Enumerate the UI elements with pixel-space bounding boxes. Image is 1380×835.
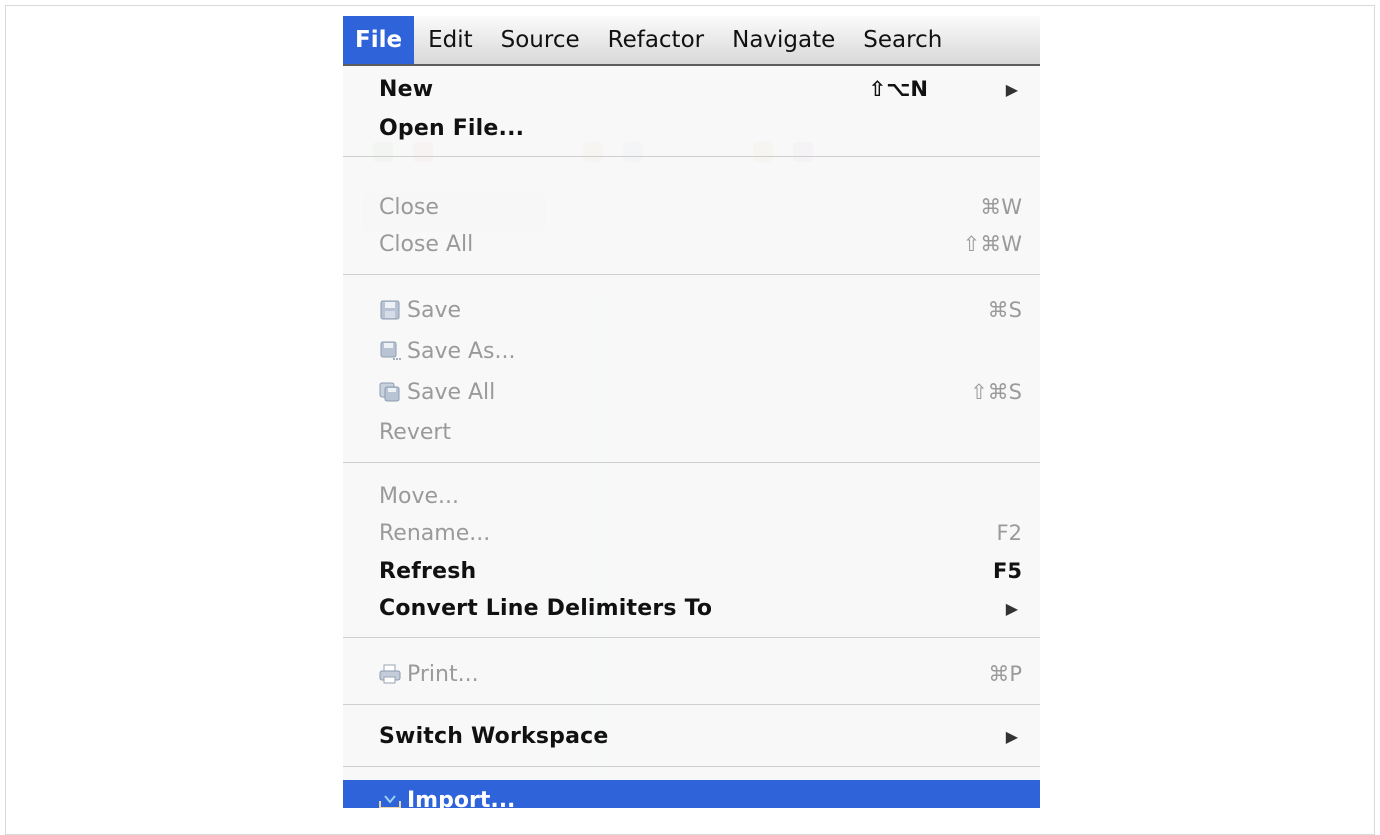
menu-item-save-label: Save [407, 297, 462, 323]
menu-separator [343, 462, 1040, 463]
menu-item-convert-line-delimiters[interactable]: Convert Line Delimiters To ▶ [343, 588, 1040, 628]
menu-item-save-all-label: Save All [407, 379, 496, 405]
file-menu-dropdown: New ⇧⌥N ▶ Open File... Close ⌘W Close Al… [343, 66, 1040, 808]
menu-item-rename[interactable]: Rename... F2 [343, 513, 1040, 553]
menu-file[interactable]: File [343, 16, 415, 64]
save-all-icon [379, 382, 400, 401]
menu-item-open-file-label: Open File... [379, 115, 525, 141]
menu-item-open-file[interactable]: Open File... [343, 108, 1040, 148]
menu-item-import[interactable]: Import... [343, 780, 1040, 808]
menu-separator [343, 156, 1040, 157]
menu-item-print[interactable]: Print... ⌘P [343, 654, 1040, 694]
menu-source[interactable]: Source [487, 16, 594, 64]
menu-separator [343, 637, 1040, 638]
menu-item-save-all[interactable]: Save All ⇧⌘S [343, 372, 1040, 412]
menu-item-rename-label: Rename... [379, 520, 491, 546]
menu-item-new-shortcut: ⇧⌥N [868, 77, 928, 101]
menu-item-move[interactable]: Move... [343, 476, 1040, 516]
menu-bar: File Edit Source Refactor Navigate Searc… [343, 16, 1040, 66]
menu-item-revert-label: Revert [379, 419, 452, 445]
menu-item-print-label: Print... [407, 661, 479, 687]
save-as-icon [380, 341, 401, 360]
menu-item-move-label: Move... [379, 483, 459, 509]
menu-item-save[interactable]: Save ⌘S [343, 290, 1040, 330]
menu-separator [343, 704, 1040, 705]
menu-item-switch-workspace[interactable]: Switch Workspace ▶ [343, 716, 1040, 756]
menu-item-close[interactable]: Close ⌘W [343, 187, 1040, 227]
menu-item-close-shortcut: ⌘W [980, 195, 1022, 219]
menu-item-save-all-shortcut: ⇧⌘S [970, 380, 1022, 404]
menu-item-refresh-label: Refresh [379, 558, 477, 584]
print-icon [379, 664, 401, 683]
submenu-arrow-icon: ▶ [1005, 726, 1018, 746]
menu-item-close-all[interactable]: Close All ⇧⌘W [343, 224, 1040, 264]
menu-item-switch-workspace-label: Switch Workspace [379, 723, 609, 749]
menu-refactor[interactable]: Refactor [594, 16, 718, 64]
menu-item-rename-shortcut: F2 [996, 521, 1022, 545]
menu-navigate[interactable]: Navigate [718, 16, 849, 64]
menu-separator [343, 274, 1040, 275]
menu-item-close-label: Close [379, 194, 439, 220]
menu-item-refresh[interactable]: Refresh F5 [343, 551, 1040, 591]
menu-edit[interactable]: Edit [414, 16, 487, 64]
save-icon [380, 300, 400, 319]
menu-item-refresh-shortcut: F5 [993, 559, 1022, 583]
submenu-arrow-icon: ▶ [1005, 598, 1018, 618]
menu-item-new-label: New [379, 76, 434, 102]
menu-search[interactable]: Search [849, 16, 956, 64]
menu-item-save-shortcut: ⌘S [987, 298, 1022, 322]
menu-item-revert[interactable]: Revert [343, 412, 1040, 452]
menu-item-save-as-label: Save As... [407, 338, 516, 364]
menu-item-import-label: Import... [407, 787, 516, 809]
eclipse-file-menu-screenshot: File Edit Source Refactor Navigate Searc… [343, 16, 1040, 808]
menu-item-print-shortcut: ⌘P [988, 662, 1022, 686]
submenu-arrow-icon: ▶ [1005, 79, 1018, 99]
menu-separator [343, 766, 1040, 767]
menu-item-convert-label: Convert Line Delimiters To [379, 595, 713, 621]
menu-item-close-all-shortcut: ⇧⌘W [962, 232, 1022, 256]
import-icon [379, 794, 401, 808]
menu-item-close-all-label: Close All [379, 231, 474, 257]
menu-item-new[interactable]: New ⇧⌥N ▶ [343, 69, 1040, 109]
menu-item-save-as[interactable]: Save As... [343, 331, 1040, 371]
